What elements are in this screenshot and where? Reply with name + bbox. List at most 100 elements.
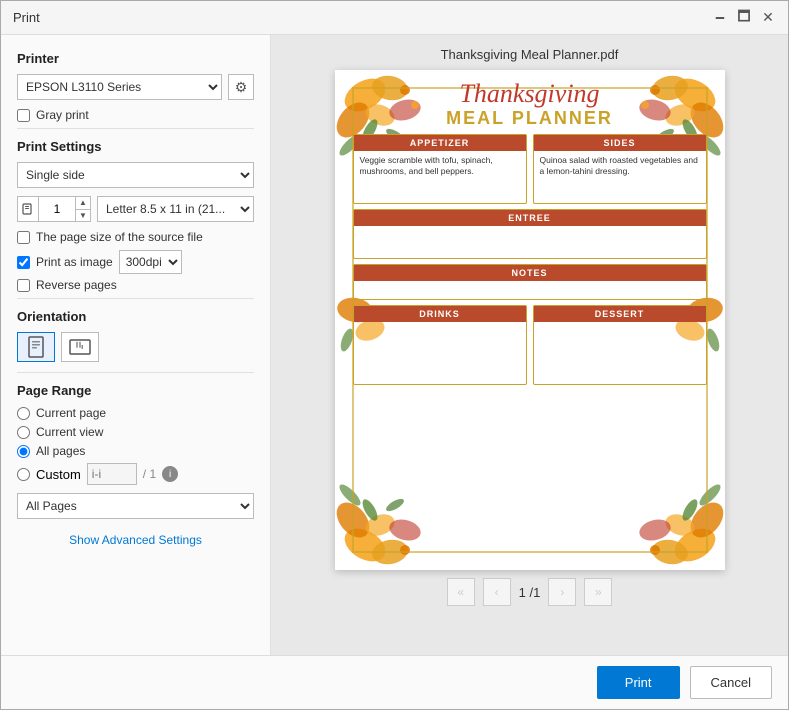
appetizer-body: Veggie scramble with tofu, spinach, mush…: [354, 151, 526, 181]
printer-settings-button[interactable]: ⚙: [228, 74, 254, 100]
pdf-content: Thanksgiving MEAL PLANNER APPETIZER Vegg…: [335, 70, 725, 570]
print-dialog: Print 🗕 🗖 ✕ Printer EPSON L3110 Series ⚙…: [0, 0, 789, 710]
current-page-radio[interactable]: [17, 407, 30, 420]
reverse-pages-label: Reverse pages: [36, 278, 117, 292]
divider-3: [17, 372, 254, 373]
entree-section: ENTREE: [353, 209, 707, 259]
print-as-image-label: Print as image: [36, 255, 113, 269]
pdf-filename: Thanksgiving Meal Planner.pdf: [441, 47, 619, 62]
appetizer-section: APPETIZER Veggie scramble with tofu, spi…: [353, 134, 527, 204]
all-pages-radio[interactable]: [17, 445, 30, 458]
copies-down-button[interactable]: ▼: [76, 210, 90, 222]
dialog-body: Printer EPSON L3110 Series ⚙ Gray print …: [1, 35, 788, 655]
printer-section-title: Printer: [17, 51, 254, 66]
notes-section: NOTES: [353, 264, 707, 300]
portrait-icon: [27, 336, 45, 358]
bottom-bar: Print Cancel: [1, 655, 788, 709]
orientation-buttons: [17, 332, 254, 362]
appetizer-header: APPETIZER: [354, 135, 526, 151]
copies-row: ▲ ▼ Letter 8.5 x 11 in (21...: [17, 196, 254, 222]
maximize-button[interactable]: 🗖: [736, 10, 752, 26]
orientation-title: Orientation: [17, 309, 254, 324]
gray-print-checkbox[interactable]: [17, 109, 30, 122]
drinks-header: DRINKS: [354, 306, 526, 322]
info-icon[interactable]: i: [162, 466, 178, 482]
dessert-section: DESSERT: [533, 305, 707, 385]
copies-up-button[interactable]: ▲: [76, 197, 90, 210]
pdf-top-grid: APPETIZER Veggie scramble with tofu, spi…: [353, 134, 707, 204]
notes-header: NOTES: [354, 265, 706, 281]
copies-icon: [22, 203, 34, 215]
current-page-row: Current page: [17, 406, 254, 420]
divider-1: [17, 128, 254, 129]
sides-body: Quinoa salad with roasted vegetables and…: [534, 151, 706, 181]
right-panel: Thanksgiving Meal Planner.pdf: [271, 35, 788, 655]
gray-print-row: Gray print: [17, 108, 254, 122]
source-file-row: The page size of the source file: [17, 230, 254, 244]
prev-page-button[interactable]: ‹: [483, 578, 511, 606]
drinks-body: [354, 322, 526, 330]
print-button[interactable]: Print: [597, 666, 680, 699]
advanced-settings-link[interactable]: Show Advanced Settings: [17, 533, 254, 547]
printer-select[interactable]: EPSON L3110 Series: [17, 74, 222, 100]
entree-header: ENTREE: [354, 210, 706, 226]
landscape-icon: [69, 338, 91, 356]
custom-row: Custom / 1 i: [17, 463, 254, 485]
all-pages-label: All pages: [36, 444, 85, 458]
side-select[interactable]: Single side: [17, 162, 254, 188]
sides-header: SIDES: [534, 135, 706, 151]
pdf-preview: Thanksgiving MEAL PLANNER APPETIZER Vegg…: [335, 70, 725, 570]
divider-2: [17, 298, 254, 299]
first-page-button[interactable]: «: [447, 578, 475, 606]
page-indicator: 1 /1: [519, 585, 541, 600]
subset-select[interactable]: All Pages Even pages only Odd pages only: [17, 493, 254, 519]
pdf-bottom-grid: DRINKS DESSERT: [353, 305, 707, 385]
source-file-checkbox[interactable]: [17, 231, 30, 244]
gear-icon: ⚙: [235, 79, 248, 96]
close-button[interactable]: ✕: [760, 10, 776, 26]
pdf-title-block: MEAL PLANNER: [353, 109, 707, 129]
current-view-radio[interactable]: [17, 426, 30, 439]
notes-body: [354, 281, 706, 289]
print-as-image-row: Print as image 300dpi: [17, 250, 254, 274]
side-select-row: Single side: [17, 162, 254, 188]
copies-spinner-buttons: ▲ ▼: [75, 197, 90, 221]
sides-section: SIDES Quinoa salad with roasted vegetabl…: [533, 134, 707, 204]
dialog-title: Print: [13, 10, 40, 25]
print-as-image-checkbox[interactable]: [17, 256, 30, 269]
pdf-navigation: « ‹ 1 /1 › »: [447, 578, 613, 606]
current-view-label: Current view: [36, 425, 103, 439]
left-panel: Printer EPSON L3110 Series ⚙ Gray print …: [1, 35, 271, 655]
dessert-body: [534, 322, 706, 330]
landscape-button[interactable]: [61, 332, 99, 362]
portrait-button[interactable]: [17, 332, 55, 362]
printer-select-row: EPSON L3110 Series ⚙: [17, 74, 254, 100]
drinks-section: DRINKS: [353, 305, 527, 385]
copies-input[interactable]: [39, 197, 75, 221]
custom-range-input[interactable]: [87, 463, 137, 485]
dpi-select[interactable]: 300dpi: [119, 250, 182, 274]
entree-body: [354, 226, 706, 234]
title-bar: Print 🗕 🗖 ✕: [1, 1, 788, 35]
minimize-button[interactable]: 🗕: [712, 10, 728, 26]
current-page-label: Current page: [36, 406, 106, 420]
page-size-select[interactable]: Letter 8.5 x 11 in (21...: [97, 196, 254, 222]
page-range-title: Page Range: [17, 383, 254, 398]
reverse-pages-checkbox[interactable]: [17, 279, 30, 292]
all-pages-row: All pages: [17, 444, 254, 458]
pdf-header: Thanksgiving MEAL PLANNER: [353, 80, 707, 128]
last-page-button[interactable]: »: [584, 578, 612, 606]
title-bar-controls: 🗕 🗖 ✕: [712, 10, 776, 26]
cancel-button[interactable]: Cancel: [690, 666, 772, 699]
custom-total-label: / 1: [143, 467, 156, 481]
pdf-title-script: Thanksgiving: [353, 80, 707, 109]
reverse-pages-row: Reverse pages: [17, 278, 254, 292]
copies-prefix: [18, 197, 39, 221]
gray-print-label: Gray print: [36, 108, 89, 122]
current-view-row: Current view: [17, 425, 254, 439]
copies-spinner: ▲ ▼: [17, 196, 91, 222]
source-file-label: The page size of the source file: [36, 230, 203, 244]
next-page-button[interactable]: ›: [548, 578, 576, 606]
custom-radio[interactable]: [17, 468, 30, 481]
dessert-header: DESSERT: [534, 306, 706, 322]
